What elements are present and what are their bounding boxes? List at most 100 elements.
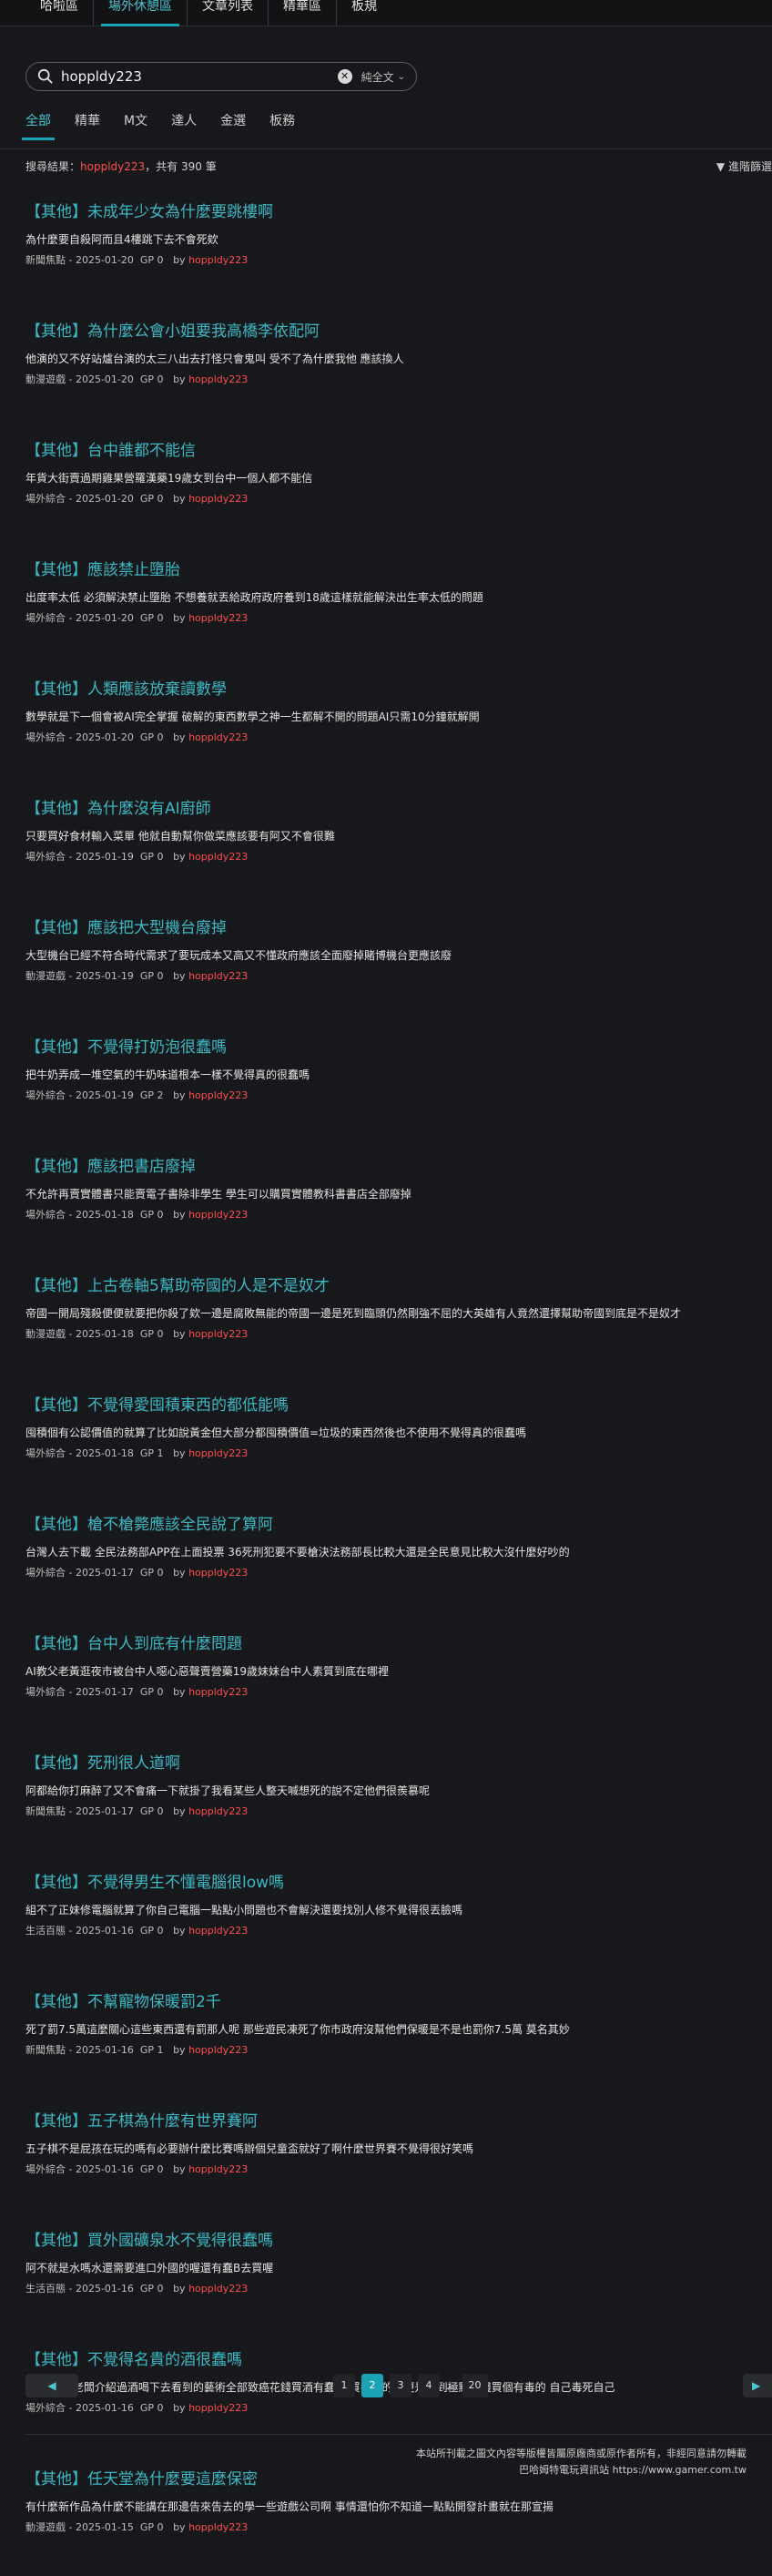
article-board[interactable]: 場外綜合 xyxy=(25,1089,66,1101)
page-button-1[interactable]: 1 xyxy=(333,2374,355,2397)
article-title-link[interactable]: 【其他】不覺得名貴的酒很蠢嗎 xyxy=(25,2346,772,2369)
article-board[interactable]: 新聞焦點 xyxy=(25,2044,66,2056)
article-author[interactable]: hoppldy223 xyxy=(188,851,248,863)
clear-icon[interactable]: ✕ xyxy=(337,69,352,84)
article-date: 2025-01-19 xyxy=(75,1089,134,1101)
article-board[interactable]: 場外綜合 xyxy=(25,1447,66,1459)
article-title-link[interactable]: 【其他】不覺得打奶泡很蠢嗎 xyxy=(25,1034,772,1057)
search-input[interactable]: hoppldy223 ✕ 純全文 ⌄ xyxy=(25,62,417,91)
article-author[interactable]: hoppldy223 xyxy=(188,493,248,505)
list-item: 【其他】應該把書店廢掉 不允許再賣實體書只能賣電子書除非學生 學生可以購買實體教科… xyxy=(25,1153,772,1263)
nav-board-home[interactable]: 場外休憩區 xyxy=(94,0,188,26)
article-author[interactable]: hoppldy223 xyxy=(188,970,248,982)
article-title-link[interactable]: 【其他】台中誰都不能信 xyxy=(25,437,772,460)
article-author[interactable]: hoppldy223 xyxy=(188,254,248,266)
article-gp: GP 0 xyxy=(139,254,164,266)
advanced-filter-button[interactable]: ▼ 進階篩選 xyxy=(716,158,772,174)
article-category: 【其他】 xyxy=(25,680,87,699)
article-board[interactable]: 動漫遊戲 xyxy=(25,1328,66,1340)
article-date: 2025-01-15 xyxy=(75,2521,134,2533)
next-page-button[interactable]: ▶ xyxy=(743,2374,772,2397)
article-author[interactable]: hoppldy223 xyxy=(188,373,248,385)
page-button-2[interactable]: 2 xyxy=(361,2374,383,2397)
article-title-link[interactable]: 【其他】台中人到底有什麼問題 xyxy=(25,1630,772,1653)
article-title-link[interactable]: 【其他】為什麼沒有AI廚師 xyxy=(25,795,772,818)
article-by: by xyxy=(173,2402,186,2414)
article-title-link[interactable]: 【其他】不幫寵物保暖罰2千 xyxy=(25,1988,772,2011)
article-title-link[interactable]: 【其他】五子棋為什麼有世界賽阿 xyxy=(25,2108,772,2131)
article-author[interactable]: hoppldy223 xyxy=(188,2521,248,2533)
tab-highlight[interactable]: 精華 xyxy=(75,111,100,137)
article-board[interactable]: 新聞焦點 xyxy=(25,1805,66,1817)
article-board[interactable]: 場外綜合 xyxy=(25,1209,66,1221)
article-board[interactable]: 場外綜合 xyxy=(25,493,66,505)
article-author[interactable]: hoppldy223 xyxy=(188,1686,248,1698)
search-scope-select[interactable]: 純全文 ⌄ xyxy=(361,69,405,85)
article-author[interactable]: hoppldy223 xyxy=(188,612,248,624)
article-board[interactable]: 場外綜合 xyxy=(25,1686,66,1698)
article-title-link[interactable]: 【其他】槍不槍斃應該全民說了算阿 xyxy=(25,1511,772,1534)
article-title-link[interactable]: 【其他】死刑很人道啊 xyxy=(25,1750,772,1773)
article-board[interactable]: 場外綜合 xyxy=(25,1567,66,1579)
article-board[interactable]: 場外綜合 xyxy=(25,851,66,863)
article-board[interactable]: 場外綜合 xyxy=(25,612,66,624)
article-board[interactable]: 動漫遊戲 xyxy=(25,970,66,982)
article-author[interactable]: hoppldy223 xyxy=(188,1209,248,1221)
article-title-link[interactable]: 【其他】應該禁止墮胎 xyxy=(25,557,772,579)
article-board[interactable]: 場外綜合 xyxy=(25,2402,66,2414)
article-author[interactable]: hoppldy223 xyxy=(188,2163,248,2175)
article-board[interactable]: 場外綜合 xyxy=(25,2163,66,2175)
article-by: by xyxy=(173,493,186,505)
article-title-link[interactable]: 【其他】應該把大型機台廢掉 xyxy=(25,915,772,937)
nav-hala[interactable]: 哈啦區 xyxy=(25,0,94,26)
article-author[interactable]: hoppldy223 xyxy=(188,1805,248,1817)
article-author[interactable]: hoppldy223 xyxy=(188,1925,248,1937)
article-author[interactable]: hoppldy223 xyxy=(188,1328,248,1340)
article-title-link[interactable]: 【其他】買外國礦泉水不覺得很蠢嗎 xyxy=(25,2227,772,2250)
article-author[interactable]: hoppldy223 xyxy=(188,1567,248,1579)
article-author[interactable]: hoppldy223 xyxy=(188,2044,248,2056)
article-title-link[interactable]: 【其他】不覺得愛囤積東西的都低能嗎 xyxy=(25,1392,772,1415)
article-board[interactable]: 動漫遊戲 xyxy=(25,2521,66,2533)
article-author[interactable]: hoppldy223 xyxy=(188,1447,248,1459)
nav-highlights[interactable]: 精華區 xyxy=(269,0,337,26)
article-board[interactable]: 生活百態 xyxy=(25,1925,66,1937)
page-button-3[interactable]: 3 xyxy=(390,2374,411,2397)
article-author[interactable]: hoppldy223 xyxy=(188,1089,248,1101)
article-title-link[interactable]: 【其他】人類應該放棄讀數學 xyxy=(25,676,772,699)
article-title-link[interactable]: 【其他】上古卷軸5幫助帝國的人是不是奴才 xyxy=(25,1273,772,1295)
article-excerpt: 數學就是下一個會被AI完全掌握 破解的東西數學之神一生都解不開的問題AI只需10… xyxy=(25,710,480,723)
prev-page-button[interactable]: ◀ xyxy=(25,2374,78,2397)
search-query[interactable]: hoppldy223 xyxy=(61,68,338,85)
article-title-link[interactable]: 【其他】應該把書店廢掉 xyxy=(25,1153,772,1176)
tab-gold[interactable]: 金選 xyxy=(220,111,246,137)
article-gp: GP 0 xyxy=(139,1209,164,1221)
article-board[interactable]: 動漫遊戲 xyxy=(25,373,66,385)
article-title-link[interactable]: 【其他】未成年少女為什麼要跳樓啊 xyxy=(25,199,772,221)
tab-expert[interactable]: 達人 xyxy=(171,111,197,137)
article-category: 【其他】 xyxy=(25,1277,87,1295)
article-title-link[interactable]: 【其他】不覺得男生不懂電腦很low嗎 xyxy=(25,1869,772,1892)
tab-admin[interactable]: 板務 xyxy=(269,111,295,137)
article-meta: 新聞焦點 - 2025-01-16 GP 1 by hoppldy223 xyxy=(25,2044,249,2056)
article-board[interactable]: 新聞焦點 xyxy=(25,254,66,266)
page-button-last[interactable]: 20 xyxy=(462,2374,488,2397)
list-item: 【其他】買外國礦泉水不覺得很蠢嗎 阿不就是水嗎水還需要進口外國的喔還有蠢B去買喔生… xyxy=(25,2227,772,2337)
advanced-filter-label: 進階篩選 xyxy=(727,160,772,173)
tab-divider xyxy=(0,148,772,149)
article-title-link[interactable]: 【其他】為什麼公會小姐要我高橋李依配阿 xyxy=(25,318,772,341)
article-title: 不覺得愛囤積東西的都低能嗎 xyxy=(87,1396,289,1415)
article-author[interactable]: hoppldy223 xyxy=(188,731,248,743)
article-date: 2025-01-20 xyxy=(75,493,134,505)
nav-rules[interactable]: 板規 xyxy=(337,0,391,26)
article-author[interactable]: hoppldy223 xyxy=(188,2402,248,2414)
nav-article-list[interactable]: 文章列表 xyxy=(188,0,269,26)
page-button-4[interactable]: 4 xyxy=(418,2374,440,2397)
search-icon xyxy=(37,68,53,84)
tab-all[interactable]: 全部 xyxy=(22,111,55,140)
article-board[interactable]: 場外綜合 xyxy=(25,731,66,743)
article-title: 台中誰都不能信 xyxy=(87,442,196,460)
tab-m[interactable]: M文 xyxy=(124,111,147,137)
article-board[interactable]: 生活百態 xyxy=(25,2283,66,2295)
article-author[interactable]: hoppldy223 xyxy=(188,2283,248,2295)
